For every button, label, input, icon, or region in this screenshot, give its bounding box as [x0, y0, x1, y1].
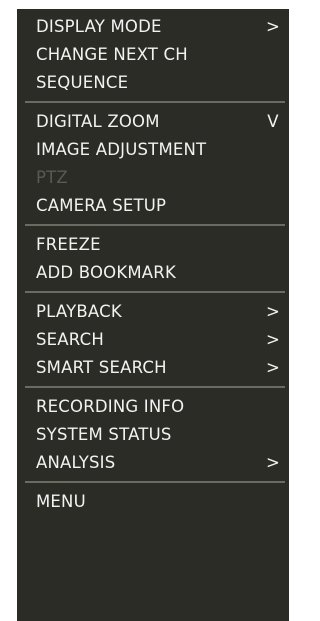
context-menu: DISPLAY MODE > CHANGE NEXT CH SEQUENCE D…	[17, 9, 289, 621]
menu-item-analysis[interactable]: ANALYSIS >	[17, 449, 289, 477]
menu-item-label: SEQUENCE	[36, 73, 129, 92]
menu-item-label: RECORDING INFO	[36, 397, 185, 416]
menu-item-system-status[interactable]: SYSTEM STATUS	[17, 421, 289, 449]
submenu-arrow-icon: >	[265, 17, 281, 36]
menu-item-search[interactable]: SEARCH >	[17, 326, 289, 354]
menu-item-label: SYSTEM STATUS	[36, 425, 172, 444]
menu-item-label: ANALYSIS	[36, 453, 116, 472]
menu-separator	[25, 291, 285, 293]
menu-item-sequence[interactable]: SEQUENCE	[17, 69, 289, 97]
menu-separator	[25, 101, 285, 103]
menu-item-recording-info[interactable]: RECORDING INFO	[17, 393, 289, 421]
menu-item-label: CHANGE NEXT CH	[36, 45, 188, 64]
menu-item-label: IMAGE ADJUSTMENT	[36, 140, 207, 159]
menu-item-label: CAMERA SETUP	[36, 196, 167, 215]
menu-item-display-mode[interactable]: DISPLAY MODE >	[17, 13, 289, 41]
menu-item-label: DISPLAY MODE	[36, 17, 162, 36]
menu-item-add-bookmark[interactable]: ADD BOOKMARK	[17, 259, 289, 287]
submenu-arrow-icon: >	[265, 453, 281, 472]
check-indicator-icon: V	[267, 112, 279, 131]
menu-item-label: FREEZE	[36, 235, 101, 254]
menu-item-image-adjustment[interactable]: IMAGE ADJUSTMENT	[17, 136, 289, 164]
menu-separator	[25, 386, 285, 388]
submenu-arrow-icon: >	[265, 358, 281, 377]
menu-item-label: PLAYBACK	[36, 302, 122, 321]
menu-item-label: SEARCH	[36, 330, 104, 349]
submenu-arrow-icon: >	[265, 330, 281, 349]
menu-item-label: MENU	[36, 492, 86, 511]
menu-item-ptz: PTZ	[17, 164, 289, 192]
submenu-arrow-icon: >	[265, 302, 281, 321]
menu-item-label: DIGITAL ZOOM	[36, 112, 160, 131]
menu-item-label: SMART SEARCH	[36, 358, 167, 377]
menu-item-smart-search[interactable]: SMART SEARCH >	[17, 354, 289, 382]
menu-separator	[25, 481, 285, 483]
menu-item-freeze[interactable]: FREEZE	[17, 231, 289, 259]
menu-item-change-next-ch[interactable]: CHANGE NEXT CH	[17, 41, 289, 69]
menu-separator	[25, 224, 285, 226]
menu-item-label: ADD BOOKMARK	[36, 263, 176, 282]
menu-item-menu[interactable]: MENU	[17, 488, 289, 516]
menu-item-label: PTZ	[36, 168, 68, 187]
menu-item-camera-setup[interactable]: CAMERA SETUP	[17, 192, 289, 220]
menu-item-digital-zoom[interactable]: DIGITAL ZOOM V	[17, 108, 289, 136]
menu-item-playback[interactable]: PLAYBACK >	[17, 298, 289, 326]
